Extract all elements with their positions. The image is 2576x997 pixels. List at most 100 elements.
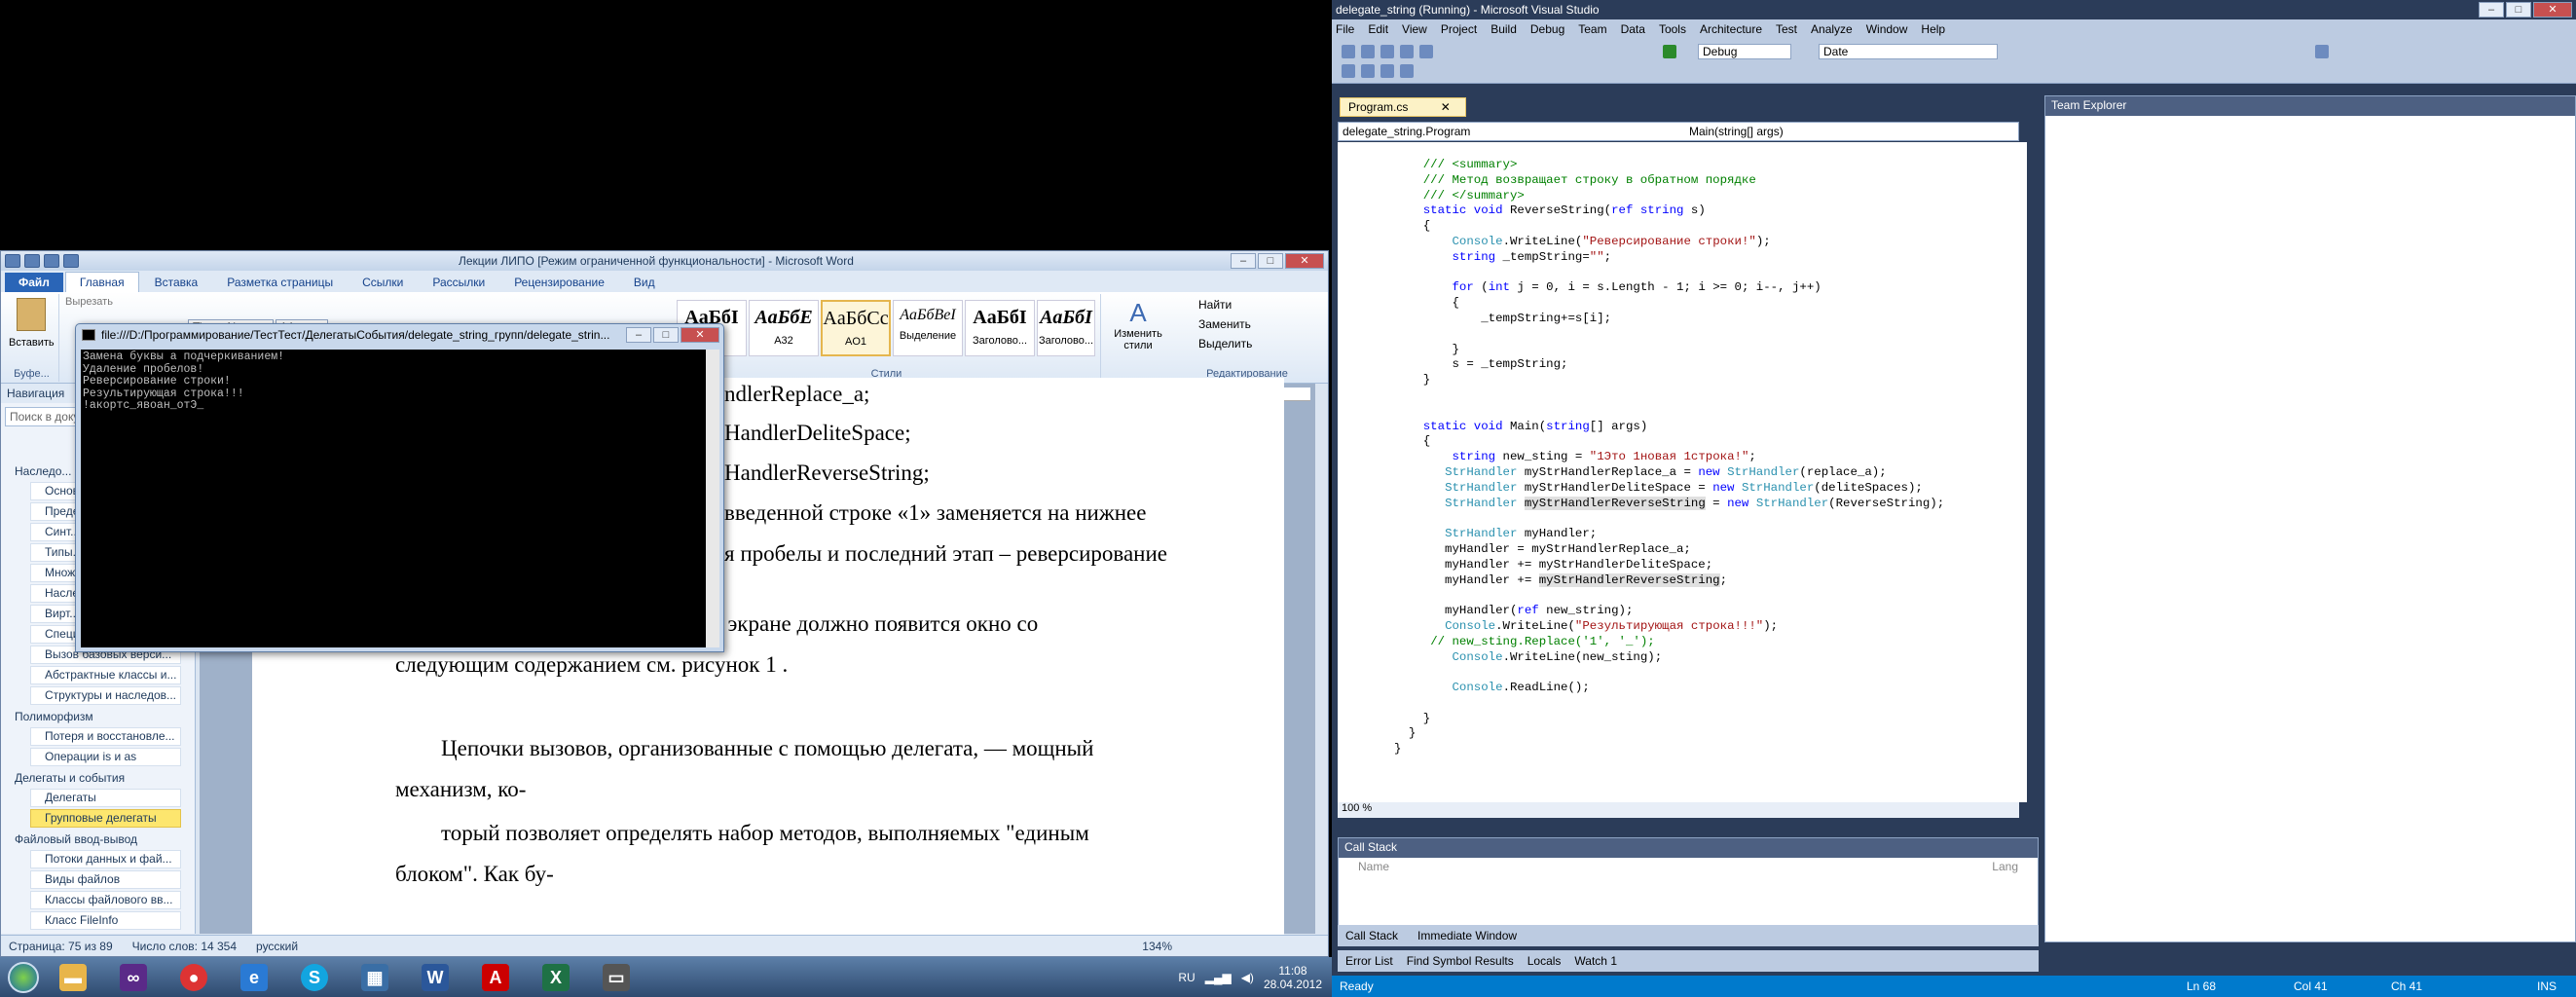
menu-data[interactable]: Data [1621,22,1645,36]
configuration-select[interactable]: Debug [1698,44,1791,59]
undo-icon[interactable] [44,254,59,268]
minimize-button[interactable]: – [1231,253,1256,269]
vs-minimize-button[interactable]: – [2479,2,2504,18]
menu-edit[interactable]: Edit [1368,22,1388,36]
toolbar2-icon[interactable] [1342,64,1355,78]
code-text[interactable]: /// <summary> /// Метод возвращает строк… [1394,158,1944,757]
clock[interactable]: 11:08 28.04.2012 [1264,964,1322,991]
menu-analyze[interactable]: Analyze [1811,22,1853,36]
start-debug-icon[interactable] [1663,45,1676,58]
menu-tools[interactable]: Tools [1659,22,1686,36]
tab-close-icon[interactable]: ✕ [1441,100,1451,114]
tab-view[interactable]: Вид [620,273,669,292]
tab-watch[interactable]: Watch 1 [1574,954,1617,968]
menu-debug[interactable]: Debug [1530,22,1564,36]
tab-locals[interactable]: Locals [1527,954,1562,968]
save-icon[interactable] [1400,45,1414,58]
word-app-icon[interactable] [5,254,20,268]
nav-item[interactable]: Структуры и наследов... [30,686,181,705]
select-button[interactable]: Выделить [1198,337,1252,351]
type-dropdown[interactable]: delegate_string.Program [1343,125,1470,138]
editor-zoom[interactable]: 100 % [1338,802,2019,818]
new-project-icon[interactable] [1342,45,1355,58]
nav-heading[interactable]: Делегаты и события [1,768,181,789]
nav-heading[interactable]: Полиморфизм [1,707,181,727]
console-close-button[interactable]: ✕ [681,327,719,343]
tab-immediate[interactable]: Immediate Window [1417,929,1517,942]
taskbar-skype[interactable]: S [288,959,341,996]
find-combo[interactable]: Date [1819,44,1998,59]
tab-error-list[interactable]: Error List [1345,954,1393,968]
console-scrollbar[interactable] [706,350,719,647]
nav-item[interactable]: Делегаты [30,789,181,807]
menu-window[interactable]: Window [1866,22,1908,36]
language-indicator[interactable]: RU [1178,971,1195,984]
replace-button[interactable]: Заменить [1198,317,1251,331]
nav-item[interactable]: Групповые делегаты [30,809,181,828]
add-item-icon[interactable] [1361,45,1375,58]
taskbar-acrobat[interactable]: A [469,959,522,996]
tab-call-stack[interactable]: Call Stack [1345,929,1398,942]
member-dropdown[interactable]: Main(string[] args) [1689,125,1784,138]
taskbar-chrome[interactable]: ● [167,959,220,996]
save-icon[interactable] [24,254,40,268]
tab-references[interactable]: Ссылки [349,273,417,292]
find-button[interactable]: Найти [1198,298,1232,312]
hex-icon[interactable] [2315,45,2329,58]
taskbar-media[interactable]: ∞ [107,959,160,996]
close-button[interactable]: ✕ [1285,253,1324,269]
menu-file[interactable]: File [1336,22,1354,36]
maximize-button[interactable]: □ [1258,253,1283,269]
taskbar-ie[interactable]: e [228,959,280,996]
language-indicator[interactable]: русский [256,940,298,953]
menu-view[interactable]: View [1402,22,1427,36]
editor-gutter[interactable] [1338,142,1377,802]
vs-maximize-button[interactable]: □ [2506,2,2531,18]
cut-button[interactable]: Вырезать [65,296,113,308]
toolbar2-icon[interactable] [1380,64,1394,78]
start-button[interactable] [0,957,47,997]
paste-icon[interactable] [17,298,46,331]
toolbar2-icon[interactable] [1361,64,1375,78]
zoom-level[interactable]: 134% [1142,940,1172,953]
tab-insert[interactable]: Вставка [141,273,212,292]
document-tab[interactable]: Program.cs ✕ [1340,97,1466,117]
word-count[interactable]: Число слов: 14 354 [132,940,237,953]
menu-help[interactable]: Help [1921,22,1945,36]
menu-project[interactable]: Project [1441,22,1477,36]
taskbar-app[interactable]: ▦ [349,959,401,996]
menu-architecture[interactable]: Architecture [1700,22,1762,36]
tab-layout[interactable]: Разметка страницы [213,273,347,292]
tab-file[interactable]: Файл [5,273,63,292]
console-output[interactable]: Замена буквы а подчеркиванием! Удаление … [81,350,707,647]
vs-close-button[interactable]: ✕ [2533,2,2572,18]
nav-heading[interactable]: Файловый ввод-вывод [1,830,181,850]
tab-review[interactable]: Рецензирование [500,273,618,292]
taskbar-word[interactable]: W [409,959,461,996]
change-styles-button[interactable]: A Изменить стили [1111,298,1165,351]
tab-mailings[interactable]: Рассылки [419,273,498,292]
menu-test[interactable]: Test [1776,22,1797,36]
redo-icon[interactable] [63,254,79,268]
volume-icon[interactable]: ◀) [1241,971,1254,984]
style-heading2[interactable]: AaБбI Заголово... [1037,300,1095,356]
style-a32[interactable]: AaБбE A32 [749,300,819,356]
nav-item[interactable]: Потеря и восстановле... [30,727,181,746]
tab-home[interactable]: Главная [64,272,139,292]
taskbar-explorer[interactable]: ▬ [47,959,99,996]
menu-build[interactable]: Build [1490,22,1517,36]
paste-label[interactable]: Вставить [9,337,55,349]
taskbar-excel[interactable]: X [530,959,582,996]
column-lang[interactable]: Lang [1992,860,2018,873]
network-icon[interactable]: ▂▄▆ [1205,971,1232,984]
style-heading1[interactable]: AaБбI Заголово... [965,300,1035,356]
open-icon[interactable] [1380,45,1394,58]
page-count[interactable]: Страница: 75 из 89 [9,940,113,953]
nav-item[interactable]: Абстрактные классы и... [30,666,181,684]
console-maximize-button[interactable]: □ [653,327,679,343]
toolbar2-icon[interactable] [1400,64,1414,78]
tab-find-symbol[interactable]: Find Symbol Results [1407,954,1514,968]
nav-item[interactable]: Потоки данных и фай... [30,850,181,868]
column-name[interactable]: Name [1358,860,1389,873]
code-editor[interactable]: /// <summary> /// Метод возвращает строк… [1338,142,2027,802]
